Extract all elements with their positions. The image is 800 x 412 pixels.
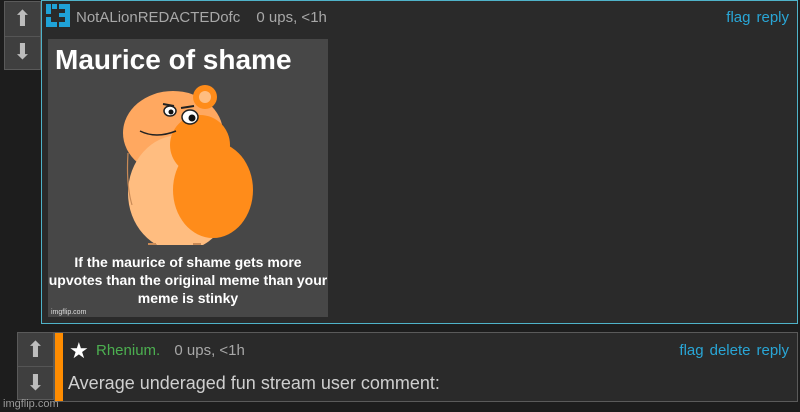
comment-1-actions: flag reply [720,9,789,26]
reply-indicator-stripe [55,333,63,401]
hamster-illustration [123,85,253,245]
meme-image[interactable]: Maurice of shame If the maurice of shame… [48,39,328,317]
upvote-arrow-icon[interactable]: ⬆ [5,2,40,37]
comment-2: ★ Rhenium. 0 ups, <1h flag delete reply Av… [54,332,798,402]
reply-link[interactable]: reply [756,342,789,359]
vote-box-2: ⬆ ⬇ [17,332,54,400]
comment-2-header: Rhenium. 0 ups, <1h [96,342,245,359]
meme-watermark: imgflip.com [51,309,87,316]
comment-2-author[interactable]: Rhenium. [96,342,160,359]
user-avatar-icon[interactable] [45,3,71,29]
flag-link[interactable]: flag [679,342,703,359]
comment-2-actions: flag delete reply [673,342,789,359]
comment-2-text: Average underaged fun stream user commen… [68,373,440,393]
comment-2-meta: 0 ups, <1h [174,342,245,359]
flag-link[interactable]: flag [726,9,750,26]
reply-link[interactable]: reply [756,9,789,26]
comment-1-meta: 0 ups, <1h [256,9,327,26]
comment-1-header: NotALionREDACTEDofc 0 ups, <1h [76,9,327,26]
comment-1: NotALionREDACTEDofc 0 ups, <1h flag reply… [41,0,798,324]
meme-title: Maurice of shame [55,44,292,75]
vote-box-1: ⬆ ⬇ [4,1,41,70]
downvote-arrow-icon[interactable]: ⬇ [18,366,53,399]
delete-link[interactable]: delete [710,342,751,359]
comment-1-author[interactable]: NotALionREDACTEDofc [76,9,240,26]
upvote-arrow-icon[interactable]: ⬆ [18,333,53,367]
imgflip-watermark: imgflip.com [3,398,59,410]
star-icon: ★ [69,338,89,363]
meme-caption: If the maurice of shame gets more upvote… [48,254,328,306]
downvote-arrow-icon[interactable]: ⬇ [5,36,40,70]
